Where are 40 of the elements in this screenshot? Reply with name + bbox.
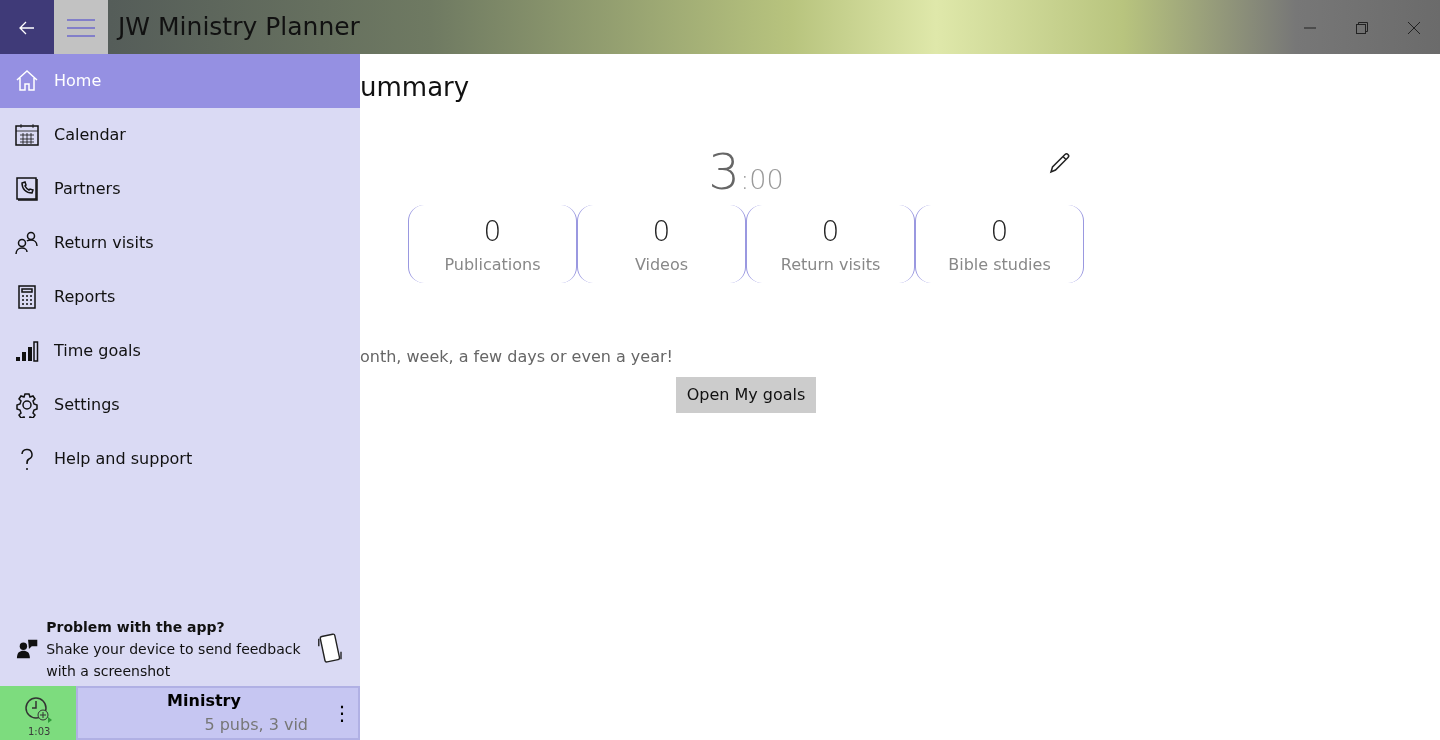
feedback-text: Shake your device to send feedback with a screenshot [46, 640, 302, 681]
nav-item[interactable]: Time goals [0, 324, 360, 378]
nav-item[interactable]: Return visits [0, 216, 360, 270]
hours-display: 3:00 [708, 147, 784, 201]
nav-item[interactable]: Partners [0, 162, 360, 216]
nav-item[interactable]: Calendar [0, 108, 360, 162]
close-icon [1408, 21, 1420, 34]
edit-icon[interactable] [1048, 150, 1072, 175]
stat-value: 0 [990, 213, 1009, 250]
stat-value: 0 [821, 213, 840, 250]
feedback-title: Problem with the app? [46, 618, 226, 637]
minimize-icon [1304, 26, 1316, 29]
gear-icon [14, 392, 40, 418]
stat-value: 0 [483, 213, 502, 250]
menu-button[interactable] [54, 0, 108, 54]
ministry-button[interactable]: Ministry 5 pubs, 3 vid ⋮ [76, 686, 360, 740]
nav-item[interactable]: Help and support [0, 432, 360, 486]
people-icon [14, 230, 40, 256]
back-arrow-icon [19, 20, 35, 35]
stat-label: Videos [634, 253, 689, 276]
nav-item[interactable]: Reports [0, 270, 360, 324]
window-title: JW Ministry Planner [118, 12, 360, 41]
timer-button[interactable]: 1:03 [0, 686, 76, 740]
calendar-icon [14, 122, 40, 148]
page-heading: ummary [360, 72, 470, 102]
stat-label: Publications [444, 253, 541, 276]
menu-icon [67, 18, 95, 37]
stat-value: 0 [652, 213, 671, 250]
nav-item[interactable]: Settings [0, 378, 360, 432]
clock-icon [24, 696, 52, 724]
home-icon [14, 68, 40, 94]
stat-label: Return visits [780, 253, 881, 276]
restore-icon [1356, 21, 1368, 34]
phone-icon [14, 176, 40, 202]
feedback-icon [16, 637, 39, 661]
goal-text: onth, week, a few days or even a year! [360, 346, 673, 366]
open-goals-button[interactable]: Open My goals [675, 376, 817, 413]
back-button[interactable] [0, 0, 54, 54]
stat-label: Bible studies [948, 253, 1051, 276]
bars-icon [14, 338, 40, 364]
